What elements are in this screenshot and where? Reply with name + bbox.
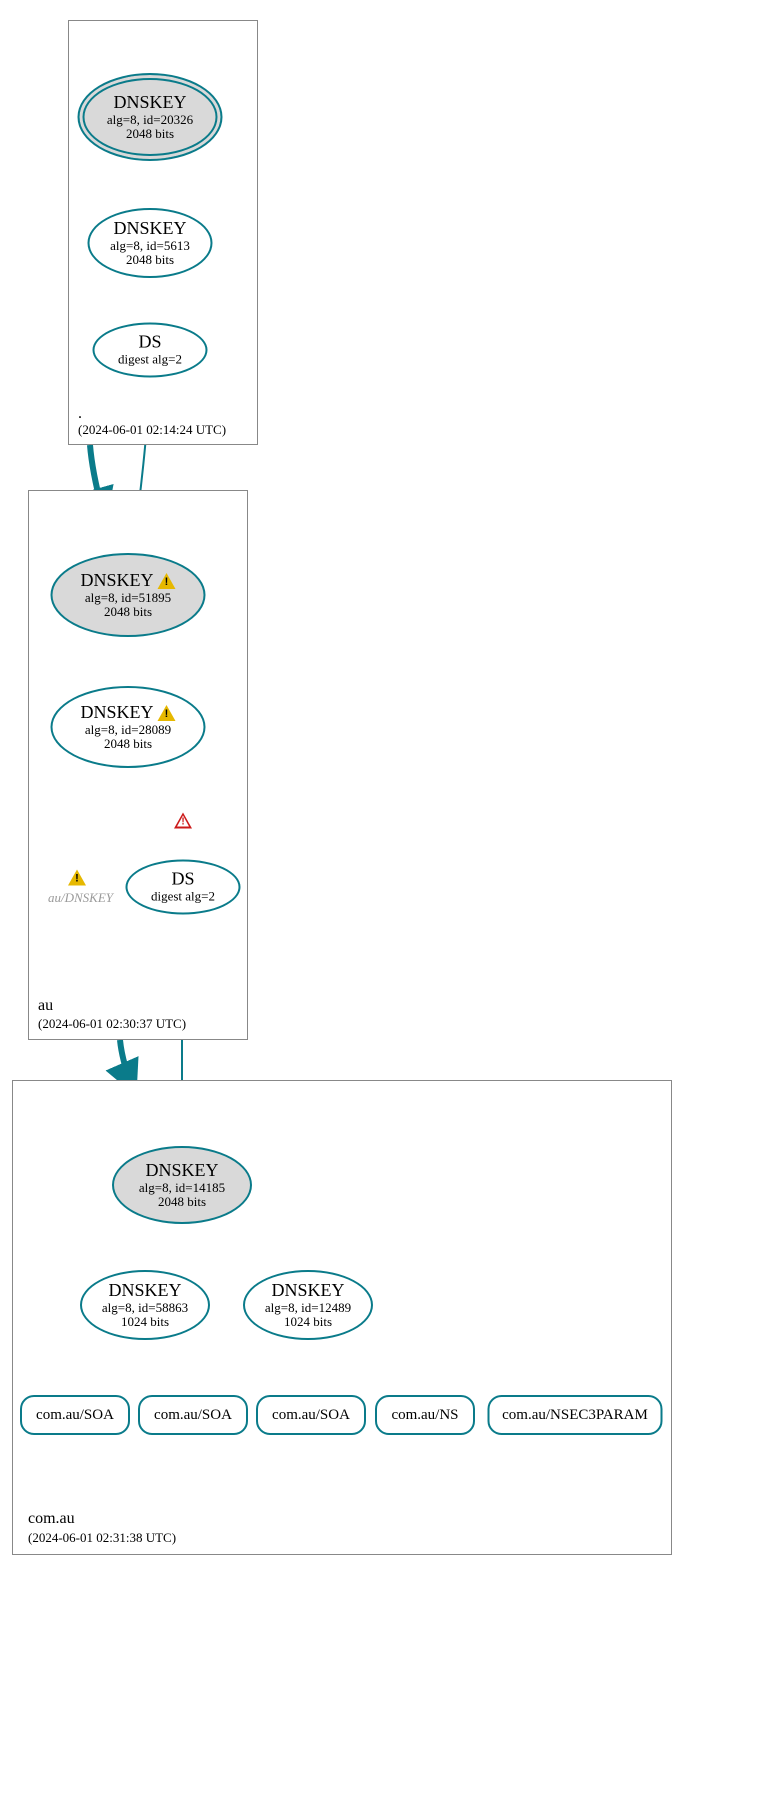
node-title: DNSKEY: [113, 93, 186, 113]
diagram-canvas: . (2024-06-01 02:14:24 UTC) DNSKEY alg=8…: [0, 0, 779, 1803]
node-comau-ksk[interactable]: DNSKEY alg=8, id=14185 2048 bits: [112, 1146, 252, 1224]
node-title: DNSKEY: [80, 571, 153, 591]
node-au-ds[interactable]: DS digest alg=2: [126, 860, 241, 915]
node-sub2: 2048 bits: [104, 605, 152, 619]
warning-icon: [158, 573, 176, 589]
node-sub2: 2048 bits: [126, 127, 174, 141]
node-au-ksk[interactable]: DNSKEY alg=8, id=51895 2048 bits: [51, 553, 206, 637]
record-label: com.au/NSEC3PARAM: [502, 1407, 648, 1424]
au-dnskey-warning-text: au/DNSKEY: [48, 890, 113, 906]
node-sub2: 2048 bits: [104, 737, 152, 751]
edge-error-icon: !: [174, 813, 192, 834]
node-root-ksk[interactable]: DNSKEY alg=8, id=20326 2048 bits: [78, 73, 223, 161]
warning-icon: [158, 705, 176, 721]
au-dnskey-warning-icon: [68, 870, 86, 891]
node-title: DS: [171, 870, 194, 890]
record-label: com.au/NS: [391, 1407, 458, 1424]
node-title: DNSKEY: [108, 1281, 181, 1301]
node-sub2: 2048 bits: [158, 1195, 206, 1209]
node-title: DNSKEY: [113, 219, 186, 239]
node-sub: alg=8, id=51895: [85, 591, 171, 605]
node-sub: alg=8, id=20326: [107, 113, 193, 127]
node-title: DNSKEY: [80, 703, 153, 723]
node-sub2: 1024 bits: [284, 1315, 332, 1329]
zone-au-ts: (2024-06-01 02:30:37 UTC): [38, 1016, 186, 1032]
zone-au-name: au: [38, 997, 53, 1015]
node-sub: alg=8, id=5613: [110, 239, 190, 253]
record-soa-1[interactable]: com.au/SOA: [20, 1395, 130, 1435]
node-sub: alg=8, id=12489: [265, 1301, 351, 1315]
node-sub: alg=8, id=14185: [139, 1181, 225, 1195]
node-root-zsk[interactable]: DNSKEY alg=8, id=5613 2048 bits: [88, 208, 213, 278]
node-root-ds[interactable]: DS digest alg=2: [93, 323, 208, 378]
zone-root-ts: (2024-06-01 02:14:24 UTC): [78, 422, 226, 438]
node-au-zsk[interactable]: DNSKEY alg=8, id=28089 2048 bits: [51, 686, 206, 768]
record-label: com.au/SOA: [36, 1407, 114, 1424]
node-sub: digest alg=2: [118, 353, 182, 367]
zone-root-name: .: [78, 405, 82, 423]
record-label: com.au/SOA: [272, 1407, 350, 1424]
record-ns[interactable]: com.au/NS: [375, 1395, 475, 1435]
record-label: com.au/SOA: [154, 1407, 232, 1424]
node-title: DNSKEY: [271, 1281, 344, 1301]
node-sub: digest alg=2: [151, 890, 215, 904]
node-sub: alg=8, id=28089: [85, 723, 171, 737]
zone-comau-ts: (2024-06-01 02:31:38 UTC): [28, 1530, 176, 1546]
node-sub2: 2048 bits: [126, 253, 174, 267]
node-title: DNSKEY: [145, 1161, 218, 1181]
record-soa-3[interactable]: com.au/SOA: [256, 1395, 366, 1435]
node-comau-zsk2[interactable]: DNSKEY alg=8, id=12489 1024 bits: [243, 1270, 373, 1340]
node-sub: alg=8, id=58863: [102, 1301, 188, 1315]
record-soa-2[interactable]: com.au/SOA: [138, 1395, 248, 1435]
zone-comau-name: com.au: [28, 1510, 75, 1528]
record-nsec3param[interactable]: com.au/NSEC3PARAM: [488, 1395, 663, 1435]
node-comau-zsk1[interactable]: DNSKEY alg=8, id=58863 1024 bits: [80, 1270, 210, 1340]
node-title: DS: [138, 333, 161, 353]
node-sub2: 1024 bits: [121, 1315, 169, 1329]
